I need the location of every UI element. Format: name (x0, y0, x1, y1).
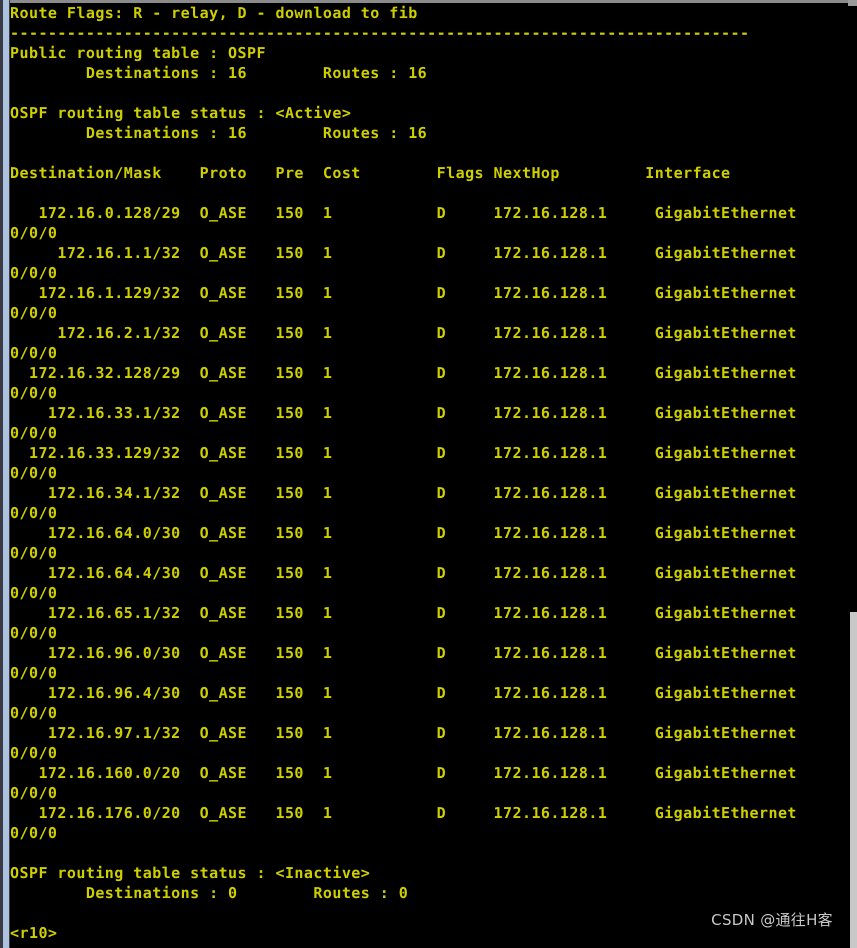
table-row: 172.16.1.1/32 O_ASE 150 1 D 172.16.128.1… (10, 244, 797, 262)
table-row-interface-wrap: 0/0/0 (10, 384, 58, 402)
terminal-window: Route Flags: R - relay, D - download to … (0, 0, 857, 948)
table-row: 172.16.176.0/20 O_ASE 150 1 D 172.16.128… (10, 804, 797, 822)
ospf-status-inactive-label: OSPF routing table status : <Inactive> (10, 864, 371, 882)
scrollbar-top-cap (848, 0, 857, 6)
table-row: 172.16.33.129/32 O_ASE 150 1 D 172.16.12… (10, 444, 797, 462)
table-row: 172.16.96.0/30 O_ASE 150 1 D 172.16.128.… (10, 644, 797, 662)
ospf-status-inactive-counts: Destinations : 0 Routes : 0 (10, 884, 409, 902)
vertical-scrollbar[interactable] (848, 0, 857, 948)
table-row-interface-wrap: 0/0/0 (10, 344, 58, 362)
route-table-body: 172.16.0.128/29 O_ASE 150 1 D 172.16.128… (10, 203, 848, 843)
ospf-status-active-label: OSPF routing table status : <Active> (10, 104, 352, 122)
vertical-scrollbar-thumb[interactable] (850, 612, 857, 948)
table-row: 172.16.96.4/30 O_ASE 150 1 D 172.16.128.… (10, 684, 797, 702)
table-row: 172.16.2.1/32 O_ASE 150 1 D 172.16.128.1… (10, 324, 797, 342)
left-scrollbar-thumb[interactable] (3, 0, 9, 948)
terminal-output: Route Flags: R - relay, D - download to … (10, 3, 848, 948)
table-row: 172.16.32.128/29 O_ASE 150 1 D 172.16.12… (10, 364, 797, 382)
table-row-interface-wrap: 0/0/0 (10, 744, 58, 762)
route-table-header: Destination/Mask Proto Pre Cost Flags Ne… (10, 164, 731, 182)
table-row-interface-wrap: 0/0/0 (10, 704, 58, 722)
table-row: 172.16.1.129/32 O_ASE 150 1 D 172.16.128… (10, 284, 797, 302)
table-row-interface-wrap: 0/0/0 (10, 224, 58, 242)
table-row: 172.16.65.1/32 O_ASE 150 1 D 172.16.128.… (10, 604, 797, 622)
table-row-interface-wrap: 0/0/0 (10, 784, 58, 802)
public-routing-table-counts: Destinations : 16 Routes : 16 (10, 64, 428, 82)
public-routing-table-label: Public routing table : OSPF (10, 44, 266, 62)
table-row-interface-wrap: 0/0/0 (10, 624, 58, 642)
table-row: 172.16.0.128/29 O_ASE 150 1 D 172.16.128… (10, 204, 797, 222)
table-row: 172.16.64.4/30 O_ASE 150 1 D 172.16.128.… (10, 564, 797, 582)
ospf-status-active-counts: Destinations : 16 Routes : 16 (10, 124, 428, 142)
separator-rule: ----------------------------------------… (10, 24, 750, 42)
table-row-interface-wrap: 0/0/0 (10, 264, 58, 282)
table-row-interface-wrap: 0/0/0 (10, 664, 58, 682)
csdn-watermark: CSDN @通往H客 (711, 911, 833, 929)
table-row-interface-wrap: 0/0/0 (10, 464, 58, 482)
table-row: 172.16.160.0/20 O_ASE 150 1 D 172.16.128… (10, 764, 797, 782)
route-flags-legend: Route Flags: R - relay, D - download to … (10, 4, 418, 22)
table-row-interface-wrap: 0/0/0 (10, 544, 58, 562)
table-row-interface-wrap: 0/0/0 (10, 304, 58, 322)
table-row: 172.16.97.1/32 O_ASE 150 1 D 172.16.128.… (10, 724, 797, 742)
table-row-interface-wrap: 0/0/0 (10, 424, 58, 442)
table-row: 172.16.64.0/30 O_ASE 150 1 D 172.16.128.… (10, 524, 797, 542)
table-row-interface-wrap: 0/0/0 (10, 584, 58, 602)
table-row: 172.16.34.1/32 O_ASE 150 1 D 172.16.128.… (10, 484, 797, 502)
left-scrollbar[interactable] (0, 0, 10, 948)
table-row: 172.16.33.1/32 O_ASE 150 1 D 172.16.128.… (10, 404, 797, 422)
table-row-interface-wrap: 0/0/0 (10, 504, 58, 522)
table-row-interface-wrap: 0/0/0 (10, 824, 58, 842)
